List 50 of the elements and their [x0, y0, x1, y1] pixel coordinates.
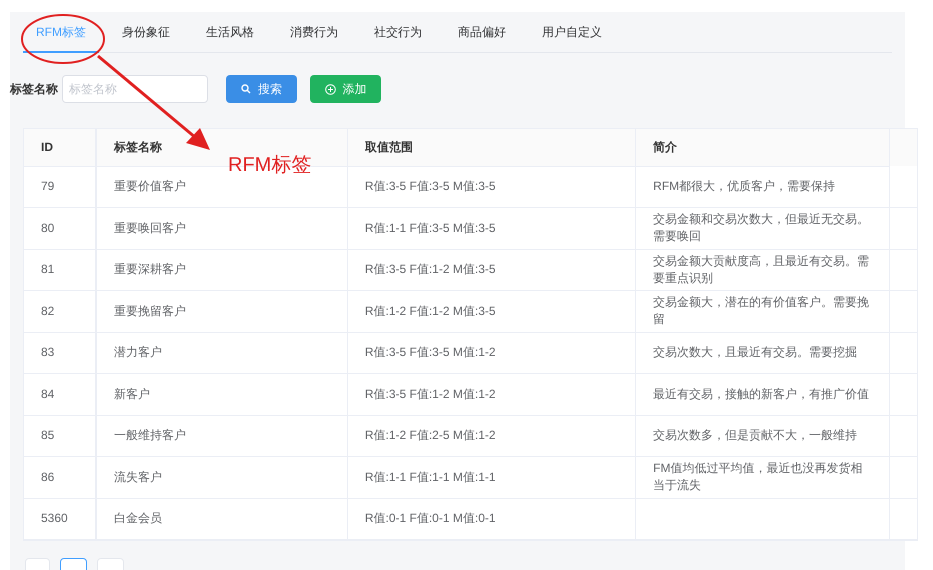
- range-cell: R值:3-5 F值:1-2 M值:1-2: [364, 386, 496, 401]
- search-field[interactable]: 标签名称: [62, 75, 208, 103]
- name-cell: 流失客户: [114, 470, 162, 484]
- tab[interactable]: 用户自定义: [529, 12, 615, 52]
- name-cell: 一般维持客户: [114, 428, 186, 442]
- description-cell: RFM都很大，优质客户，需要保持: [653, 179, 836, 194]
- id-cell: 86: [41, 470, 54, 484]
- column-header: 标签名称: [114, 140, 162, 154]
- column-header: ID: [41, 140, 53, 154]
- column-header: 取值范围: [364, 140, 413, 154]
- id-cell: 5360: [41, 511, 68, 526]
- range-cell: R值:1-1 F值:3-5 M值:3-5: [364, 220, 496, 235]
- annotation-label: RFM标签: [228, 153, 312, 178]
- id-cell: 80: [41, 220, 54, 235]
- tab[interactable]: 商品偏好: [445, 12, 519, 52]
- id-cell: 83: [41, 345, 54, 360]
- range-cell: R值:3-5 F值:1-2 M值:3-5: [364, 262, 496, 276]
- range-cell: R值:1-2 F值:1-2 M值:3-5: [364, 304, 496, 318]
- id-cell: 82: [41, 304, 54, 318]
- name-cell: 重要唤回客户: [114, 220, 186, 235]
- description-cell: FM值均低过平均值，最近也没再发货相当于流失: [653, 461, 862, 492]
- id-cell: 84: [41, 386, 54, 401]
- description-cell: 交易金额大贡献度高，且最近有交易。需要重点识别: [653, 254, 870, 285]
- tab[interactable]: 身份象征: [109, 12, 183, 52]
- description-cell: 交易次数多，但是贡献不大，一般维持: [653, 428, 858, 442]
- description-cell: 交易金额和交易次数大，但最近无交易。需要唤回: [653, 212, 870, 244]
- name-cell: 潜力客户: [114, 345, 162, 360]
- name-cell: 白金会员: [114, 511, 162, 526]
- name-cell: 重要价值客户: [114, 179, 186, 194]
- column-header: 简介: [653, 140, 678, 154]
- search-icon: [241, 84, 251, 94]
- name-cell: 重要挽留客户: [114, 304, 186, 318]
- description-cell: 交易次数大，且最近有交易。需要挖掘: [653, 345, 858, 360]
- range-cell: R值:1-1 F值:1-1 M值:1-1: [364, 470, 496, 484]
- range-cell: R值:3-5 F值:3-5 M值:3-5: [364, 179, 496, 194]
- tab[interactable]: 生活风格: [193, 12, 267, 52]
- description-cell: 交易金额大，潜在的有价值客户。需要挽留: [653, 295, 870, 326]
- tab[interactable]: 消费行为: [277, 12, 351, 52]
- tab[interactable]: 社交行为: [361, 12, 435, 52]
- field-label: 标签名称: [10, 81, 58, 98]
- range-cell: R值:0-1 F值:0-1 M值:0-1: [364, 511, 496, 526]
- description-cell: 最近有交易，接触的新客户，有推广价值: [653, 386, 870, 401]
- range-cell: R值:3-5 F值:3-5 M值:1-2: [364, 345, 496, 360]
- id-cell: 85: [41, 428, 54, 442]
- id-cell: 81: [41, 262, 54, 276]
- id-cell: 79: [41, 179, 54, 194]
- name-cell: 新客户: [114, 386, 150, 401]
- plus-circle-icon: [324, 84, 336, 94]
- name-cell: 重要深耕客户: [114, 262, 186, 276]
- range-cell: R值:1-2 F值:2-5 M值:1-2: [364, 428, 496, 442]
